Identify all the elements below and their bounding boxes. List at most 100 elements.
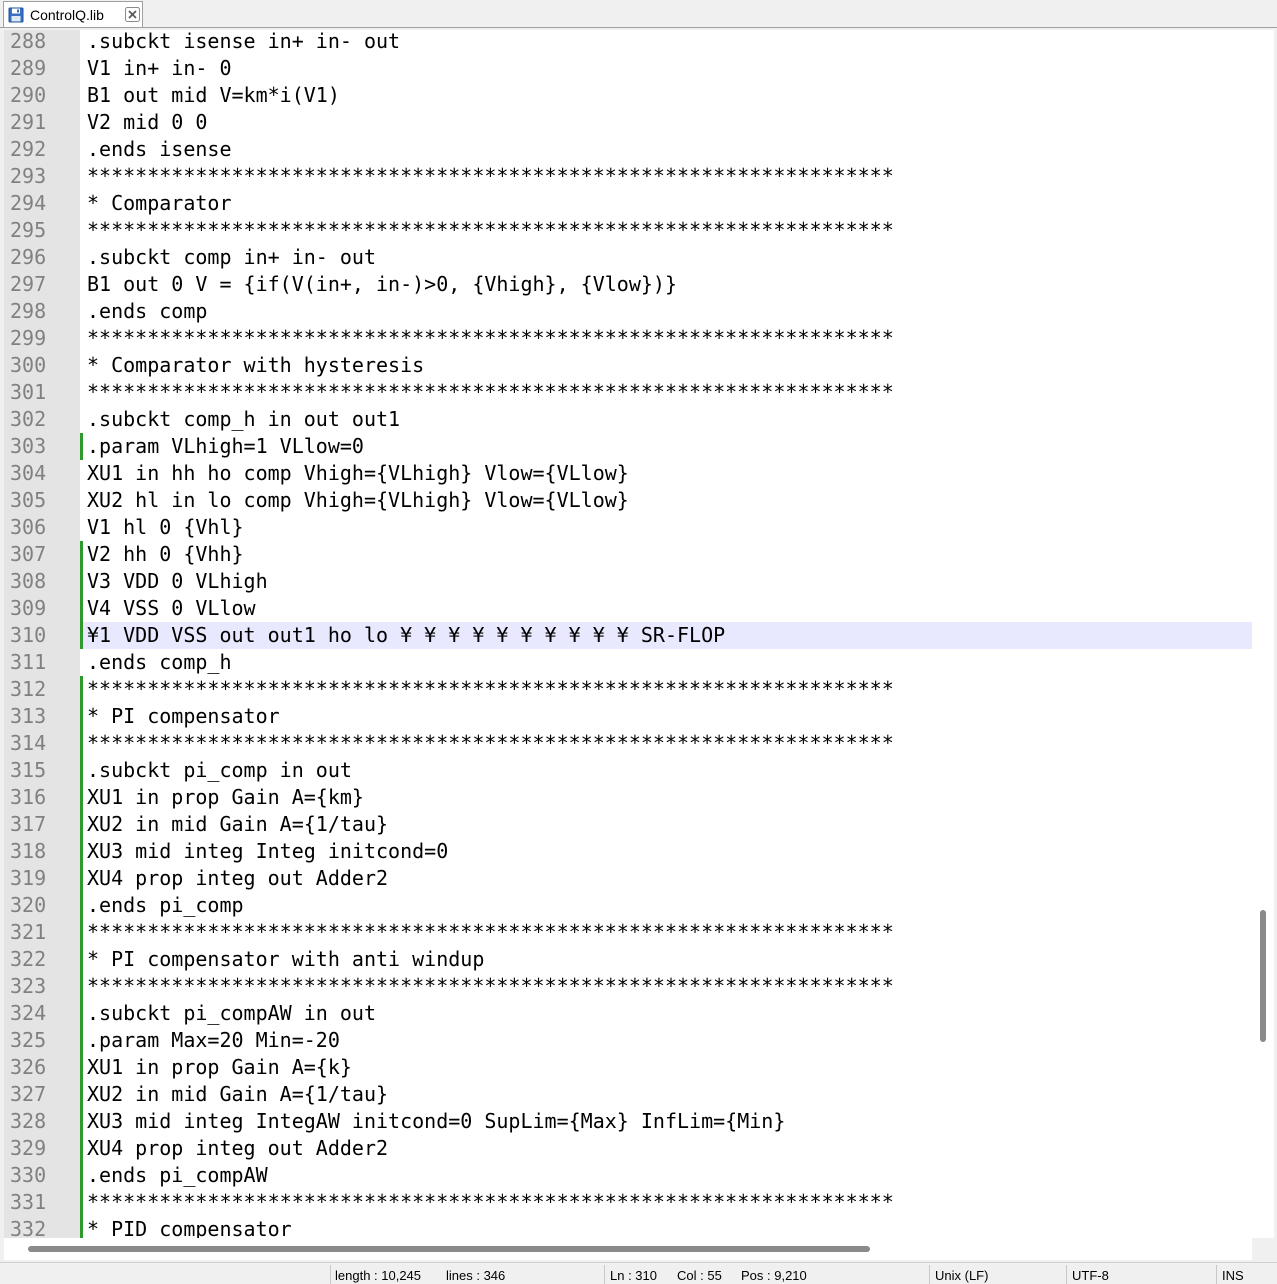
line-number[interactable]: 324 bbox=[4, 1000, 80, 1027]
line-number[interactable]: 319 bbox=[4, 865, 80, 892]
code-text[interactable]: XU2 hl in lo comp Vhigh={VLhigh} Vlow={V… bbox=[87, 487, 629, 514]
code-line[interactable]: 327 XU2 in mid Gain A={1/tau} bbox=[4, 1081, 1252, 1108]
line-number[interactable]: 296 bbox=[4, 244, 80, 271]
code-line[interactable]: 329 XU4 prop integ out Adder2 bbox=[4, 1135, 1252, 1162]
code-text[interactable]: ****************************************… bbox=[87, 973, 894, 1000]
line-number[interactable]: 330 bbox=[4, 1162, 80, 1189]
code-text[interactable]: .subckt isense in+ in- out bbox=[87, 30, 400, 55]
line-number[interactable]: 325 bbox=[4, 1027, 80, 1054]
code-line[interactable]: 316 XU1 in prop Gain A={km} bbox=[4, 784, 1252, 811]
line-number[interactable]: 292 bbox=[4, 136, 80, 163]
code-text[interactable]: V4 VSS 0 VLlow bbox=[87, 595, 256, 622]
line-number[interactable]: 332 bbox=[4, 1216, 80, 1238]
code-text[interactable]: .param VLhigh=1 VLlow=0 bbox=[87, 433, 364, 460]
code-line[interactable]: 294 * Comparator bbox=[4, 190, 1252, 217]
vertical-scrollbar[interactable] bbox=[1252, 30, 1274, 1238]
line-number[interactable]: 313 bbox=[4, 703, 80, 730]
close-icon[interactable] bbox=[125, 7, 140, 22]
line-number[interactable]: 318 bbox=[4, 838, 80, 865]
code-text[interactable]: V2 hh 0 {Vhh} bbox=[87, 541, 244, 568]
line-number[interactable]: 298 bbox=[4, 298, 80, 325]
code-text[interactable]: ****************************************… bbox=[87, 676, 894, 703]
code-text[interactable]: XU4 prop integ out Adder2 bbox=[87, 865, 388, 892]
code-line[interactable]: 312 *************************************… bbox=[4, 676, 1252, 703]
code-editor[interactable]: 288 .subckt isense in+ in- out 289 V1 in+ i… bbox=[4, 30, 1274, 1238]
line-number[interactable]: 304 bbox=[4, 460, 80, 487]
code-text[interactable]: XU1 in hh ho comp Vhigh={VLhigh} Vlow={V… bbox=[87, 460, 629, 487]
code-text[interactable]: XU2 in mid Gain A={1/tau} bbox=[87, 1081, 388, 1108]
code-line[interactable]: 309 V4 VSS 0 VLlow bbox=[4, 595, 1252, 622]
line-number[interactable]: 308 bbox=[4, 568, 80, 595]
code-text[interactable]: * Comparator bbox=[87, 190, 232, 217]
line-number[interactable]: 297 bbox=[4, 271, 80, 298]
line-number[interactable]: 315 bbox=[4, 757, 80, 784]
line-number[interactable]: 299 bbox=[4, 325, 80, 352]
line-number[interactable]: 302 bbox=[4, 406, 80, 433]
line-number[interactable]: 307 bbox=[4, 541, 80, 568]
code-text[interactable]: .ends isense bbox=[87, 136, 232, 163]
current-line[interactable]: 310 ¥1 VDD VSS out out1 ho lo ¥ ¥ ¥ ¥ ¥ ¥… bbox=[4, 622, 1252, 649]
code-text[interactable]: B1 out mid V=km*i(V1) bbox=[87, 82, 340, 109]
tab-controlq-lib[interactable]: ControlQ.lib bbox=[3, 1, 143, 27]
code-line[interactable]: 319 XU4 prop integ out Adder2 bbox=[4, 865, 1252, 892]
line-number[interactable]: 312 bbox=[4, 676, 80, 703]
code-text[interactable]: .ends pi_compAW bbox=[87, 1162, 268, 1189]
code-line[interactable]: 299 *************************************… bbox=[4, 325, 1252, 352]
code-line[interactable]: 326 XU1 in prop Gain A={k} bbox=[4, 1054, 1252, 1081]
code-text[interactable]: * Comparator with hysteresis bbox=[87, 352, 424, 379]
code-text[interactable]: * PI compensator with anti windup bbox=[87, 946, 484, 973]
code-line[interactable]: 332 * PID compensator bbox=[4, 1216, 1252, 1238]
code-line[interactable]: 300 * Comparator with hysteresis bbox=[4, 352, 1252, 379]
code-line[interactable]: 322 * PI compensator with anti windup bbox=[4, 946, 1252, 973]
line-number[interactable]: 320 bbox=[4, 892, 80, 919]
line-number[interactable]: 331 bbox=[4, 1189, 80, 1216]
code-text[interactable]: V2 mid 0 0 bbox=[87, 109, 207, 136]
status-eol-format[interactable]: Unix (LF) bbox=[935, 1263, 1055, 1284]
code-text[interactable]: XU4 prop integ out Adder2 bbox=[87, 1135, 388, 1162]
code-text[interactable]: V1 in+ in- 0 bbox=[87, 55, 232, 82]
code-line[interactable]: 330 .ends pi_compAW bbox=[4, 1162, 1252, 1189]
code-line[interactable]: 308 V3 VDD 0 VLhigh bbox=[4, 568, 1252, 595]
line-number[interactable]: 291 bbox=[4, 109, 80, 136]
line-number[interactable]: 310 bbox=[4, 622, 80, 649]
code-line[interactable]: 331 *************************************… bbox=[4, 1189, 1252, 1216]
code-line[interactable]: 296 .subckt comp in+ in- out bbox=[4, 244, 1252, 271]
code-text[interactable]: .subckt pi_comp in out bbox=[87, 757, 352, 784]
code-line[interactable]: 318 XU3 mid integ Integ initcond=0 bbox=[4, 838, 1252, 865]
code-line[interactable]: 288 .subckt isense in+ in- out bbox=[4, 30, 1252, 55]
code-text[interactable]: ****************************************… bbox=[87, 163, 894, 190]
line-number[interactable]: 317 bbox=[4, 811, 80, 838]
code-text[interactable]: .ends comp_h bbox=[87, 649, 232, 676]
code-line[interactable]: 307 V2 hh 0 {Vhh} bbox=[4, 541, 1252, 568]
line-number[interactable]: 323 bbox=[4, 973, 80, 1000]
code-line[interactable]: 317 XU2 in mid Gain A={1/tau} bbox=[4, 811, 1252, 838]
code-line[interactable]: 315 .subckt pi_comp in out bbox=[4, 757, 1252, 784]
code-text[interactable]: * PI compensator bbox=[87, 703, 280, 730]
code-line[interactable]: 324 .subckt pi_compAW in out bbox=[4, 1000, 1252, 1027]
code-text[interactable]: .ends comp bbox=[87, 298, 207, 325]
line-number[interactable]: 295 bbox=[4, 217, 80, 244]
code-text[interactable]: B1 out 0 V = {if(V(in+, in-)>0, {Vhigh},… bbox=[87, 271, 677, 298]
code-text[interactable]: ¥1 VDD VSS out out1 ho lo ¥ ¥ ¥ ¥ ¥ ¥ ¥ … bbox=[87, 622, 725, 649]
code-text[interactable]: ****************************************… bbox=[87, 379, 894, 406]
code-text[interactable]: .subckt comp in+ in- out bbox=[87, 244, 376, 271]
line-number[interactable]: 301 bbox=[4, 379, 80, 406]
status-insert-mode[interactable]: INS bbox=[1222, 1263, 1262, 1284]
code-text[interactable]: XU3 mid integ Integ initcond=0 bbox=[87, 838, 448, 865]
code-line[interactable]: 321 *************************************… bbox=[4, 919, 1252, 946]
code-line[interactable]: 313 * PI compensator bbox=[4, 703, 1252, 730]
code-line[interactable]: 301 *************************************… bbox=[4, 379, 1252, 406]
line-number[interactable]: 327 bbox=[4, 1081, 80, 1108]
status-encoding[interactable]: UTF-8 bbox=[1072, 1263, 1192, 1284]
line-number[interactable]: 290 bbox=[4, 82, 80, 109]
line-number[interactable]: 314 bbox=[4, 730, 80, 757]
line-number[interactable]: 321 bbox=[4, 919, 80, 946]
code-text[interactable]: .ends pi_comp bbox=[87, 892, 244, 919]
code-line[interactable]: 304 XU1 in hh ho comp Vhigh={VLhigh} Vlow… bbox=[4, 460, 1252, 487]
code-line[interactable]: 325 .param Max=20 Min=-20 bbox=[4, 1027, 1252, 1054]
code-line[interactable]: 328 XU3 mid integ IntegAW initcond=0 SupL… bbox=[4, 1108, 1252, 1135]
code-line[interactable]: 298 .ends comp bbox=[4, 298, 1252, 325]
line-number[interactable]: 305 bbox=[4, 487, 80, 514]
code-line[interactable]: 311 .ends comp_h bbox=[4, 649, 1252, 676]
code-text[interactable]: XU3 mid integ IntegAW initcond=0 SupLim=… bbox=[87, 1108, 785, 1135]
